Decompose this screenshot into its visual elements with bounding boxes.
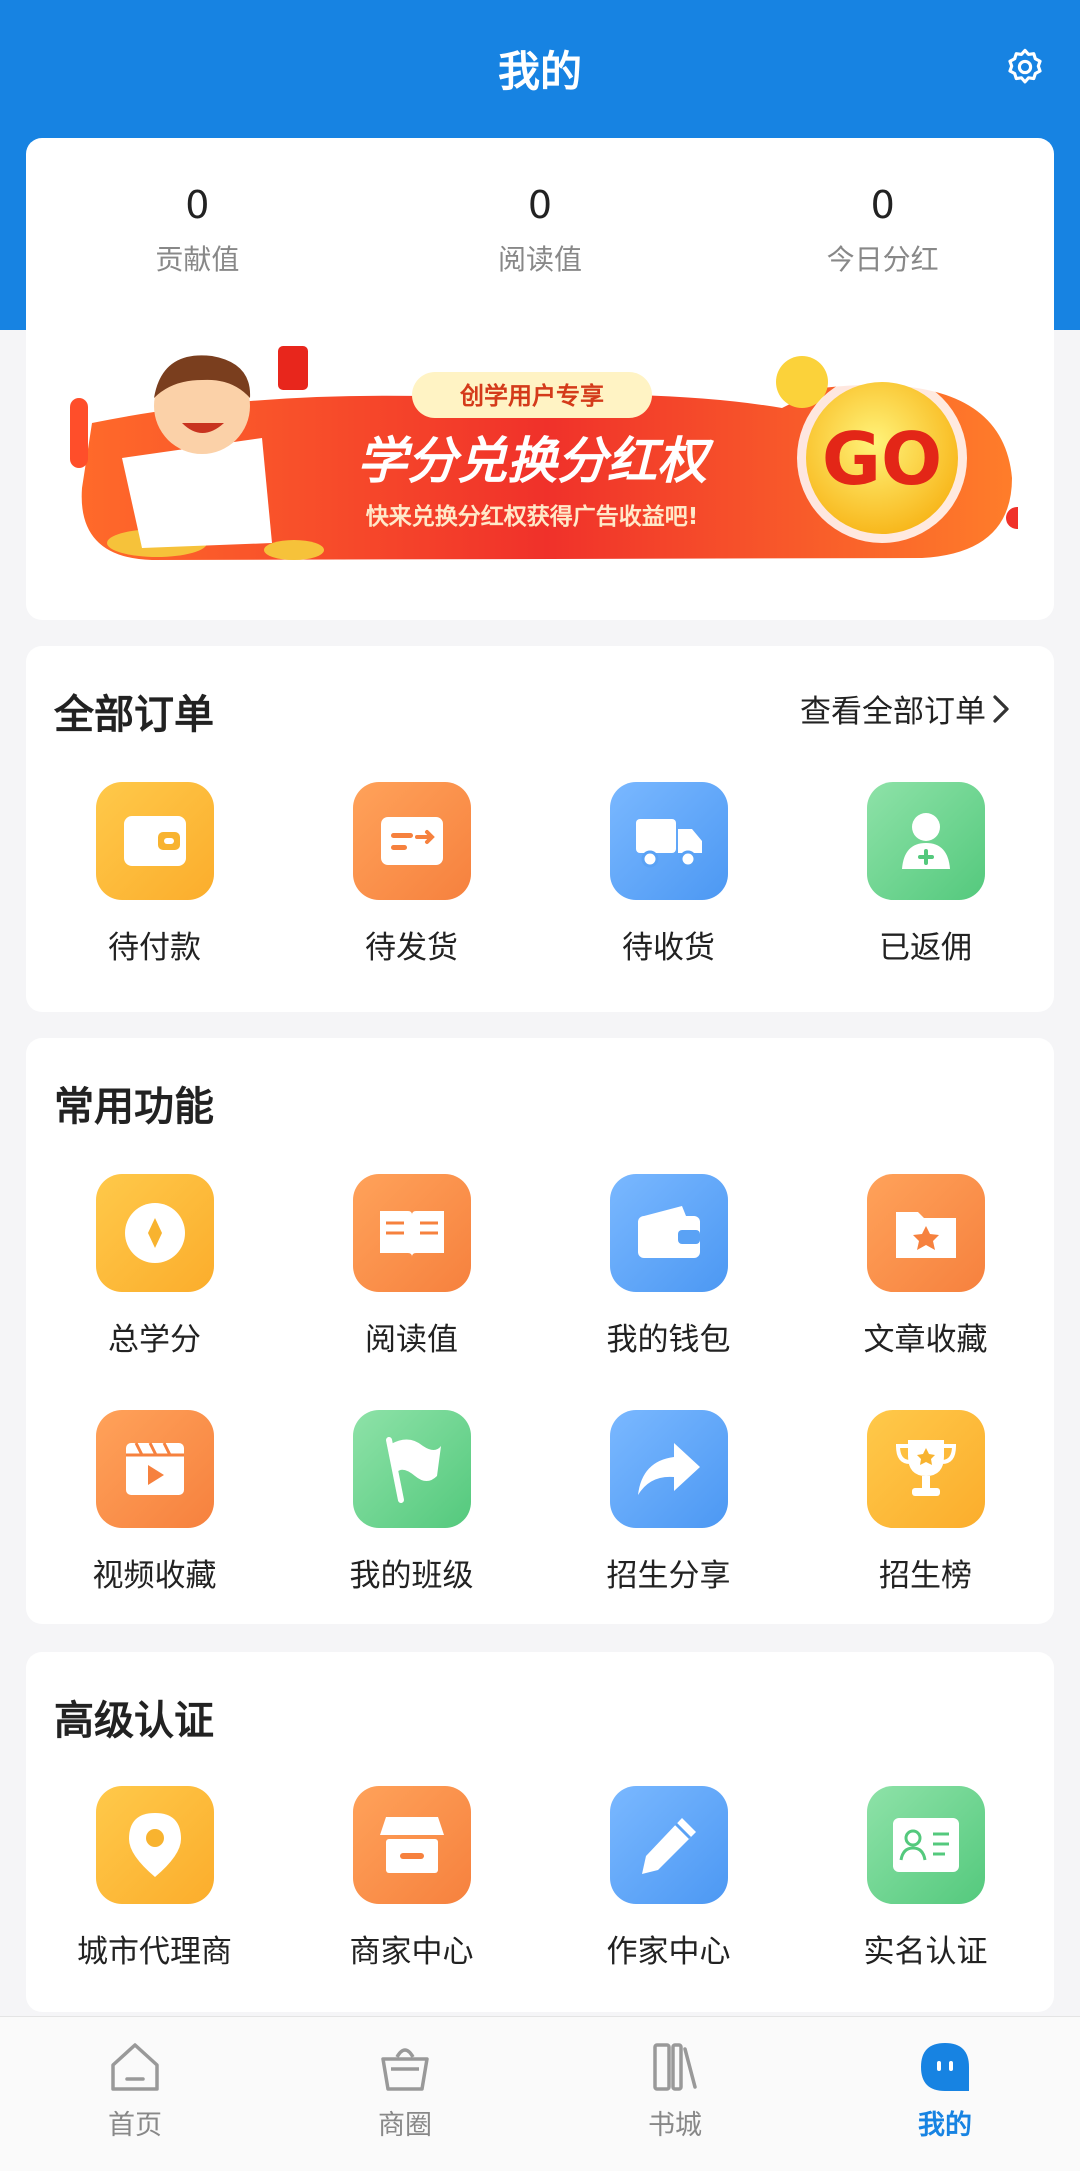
settings-icon[interactable] xyxy=(1004,46,1046,88)
item-label: 招生榜 xyxy=(879,1558,972,1594)
view-all-orders-link[interactable]: 查看全部订单 xyxy=(800,686,1016,731)
banner-tag: 创学用户专享 xyxy=(459,382,604,410)
stat-dividend[interactable]: 0 今日分红 xyxy=(711,182,1054,328)
stat-contribution[interactable]: 0 贡献值 xyxy=(26,182,369,328)
user-plus-icon xyxy=(866,782,985,900)
stats-card: 0 贡献值 0 阅读值 0 今日分红 创学用户专享 学分兑换分红权 快来兑换分红… xyxy=(26,138,1054,620)
order-pending-payment[interactable]: 待付款 xyxy=(26,782,283,967)
banner-subtitle: 快来兑换分红权获得广告收益吧! xyxy=(366,503,699,530)
book-icon xyxy=(352,1174,471,1292)
common-functions-row-1: 总学分 阅读值 我的钱包 文章收藏 xyxy=(26,1174,1054,1359)
home-icon xyxy=(111,2043,159,2091)
stat-value: 0 xyxy=(527,183,553,227)
total-credits[interactable]: 总学分 xyxy=(26,1174,283,1359)
banner-deco xyxy=(70,398,88,468)
order-pending-receipt[interactable]: 待收货 xyxy=(540,782,797,967)
item-label: 实名认证 xyxy=(863,1934,988,1970)
banner-title: 学分兑换分红权 xyxy=(357,432,714,490)
reading-value[interactable]: 阅读值 xyxy=(283,1174,540,1359)
tab-mine[interactable]: 我的 xyxy=(810,2017,1080,2171)
coin-icon xyxy=(95,1174,214,1292)
orders-card: 全部订单 查看全部订单 待付款 待发货 待收货 已返佣 xyxy=(26,646,1054,1012)
wallet-icon xyxy=(609,1174,728,1292)
banner-dot xyxy=(1006,507,1018,529)
writer-center[interactable]: 作家中心 xyxy=(540,1786,797,1971)
id-card-icon xyxy=(866,1786,985,1904)
item-label: 视频收藏 xyxy=(92,1558,217,1594)
books-icon xyxy=(653,2043,697,2091)
item-label: 文章收藏 xyxy=(863,1322,988,1358)
chevron-right-icon xyxy=(993,694,1009,723)
stat-reading[interactable]: 0 阅读值 xyxy=(369,182,712,328)
real-name-verification[interactable]: 实名认证 xyxy=(797,1786,1054,1971)
stats-row: 0 贡献值 0 阅读值 0 今日分红 xyxy=(26,138,1054,328)
orders-grid: 待付款 待发货 待收货 已返佣 xyxy=(26,782,1054,967)
view-all-orders-label: 查看全部订单 xyxy=(800,694,986,730)
my-wallet[interactable]: 我的钱包 xyxy=(540,1174,797,1359)
order-commission-returned[interactable]: 已返佣 xyxy=(797,782,1054,967)
recruitment-ranking[interactable]: 招生榜 xyxy=(797,1410,1054,1595)
stat-label: 今日分红 xyxy=(826,243,939,276)
city-agent[interactable]: 城市代理商 xyxy=(26,1786,283,1971)
advanced-certification-card: 高级认证 城市代理商 商家中心 作家中心 实名认证 xyxy=(26,1652,1054,2012)
common-functions-title: 常用功能 xyxy=(54,1084,214,1130)
tab-label: 书城 xyxy=(648,2110,702,2141)
item-label: 我的班级 xyxy=(349,1558,474,1594)
item-label: 我的钱包 xyxy=(606,1322,731,1358)
video-favorites[interactable]: 视频收藏 xyxy=(26,1410,283,1595)
wallet-icon xyxy=(95,782,214,900)
promo-banner[interactable]: 创学用户专享 学分兑换分红权 快来兑换分红权获得广告收益吧! GO xyxy=(62,328,1018,578)
trophy-icon xyxy=(866,1410,985,1528)
recruitment-share[interactable]: 招生分享 xyxy=(540,1410,797,1595)
item-label: 待付款 xyxy=(108,930,201,966)
tab-label: 首页 xyxy=(108,2110,162,2141)
item-label: 总学分 xyxy=(108,1322,201,1358)
order-pending-shipment[interactable]: 待发货 xyxy=(283,782,540,967)
bottom-tab-bar: 首页 商圈 书城 我的 xyxy=(0,2016,1080,2171)
item-label: 城市代理商 xyxy=(77,1934,232,1970)
shipping-card-icon xyxy=(352,782,471,900)
orders-title: 全部订单 xyxy=(54,692,214,738)
tab-label: 我的 xyxy=(918,2110,972,2141)
stat-value: 0 xyxy=(185,183,210,227)
tab-label: 商圈 xyxy=(378,2110,432,2141)
item-label: 作家中心 xyxy=(606,1934,731,1970)
location-icon xyxy=(95,1786,214,1904)
advanced-certification-title: 高级认证 xyxy=(54,1698,214,1744)
top-bar: 我的 xyxy=(0,0,1080,136)
item-label: 待收货 xyxy=(622,930,715,966)
my-class[interactable]: 我的班级 xyxy=(283,1410,540,1595)
article-favorites[interactable]: 文章收藏 xyxy=(797,1174,1054,1359)
item-label: 阅读值 xyxy=(365,1322,458,1358)
go-button-label: GO xyxy=(822,417,942,501)
basket-icon xyxy=(381,2048,429,2091)
folder-star-icon xyxy=(866,1174,985,1292)
common-functions-row-2: 视频收藏 我的班级 招生分享 招生榜 xyxy=(26,1410,1054,1595)
item-label: 待发货 xyxy=(365,930,458,966)
profile-icon xyxy=(921,2043,969,2091)
advanced-certification-grid: 城市代理商 商家中心 作家中心 实名认证 xyxy=(26,1786,1054,1971)
tab-bookstore[interactable]: 书城 xyxy=(540,2017,810,2171)
stat-label: 阅读值 xyxy=(498,243,583,276)
item-label: 商家中心 xyxy=(349,1934,474,1970)
page-title: 我的 xyxy=(497,46,582,96)
share-icon xyxy=(609,1410,728,1528)
tab-business-circle[interactable]: 商圈 xyxy=(270,2017,540,2171)
stat-value: 0 xyxy=(870,183,895,227)
shop-icon xyxy=(352,1786,471,1904)
flag-icon xyxy=(352,1410,471,1528)
tab-home[interactable]: 首页 xyxy=(0,2017,270,2171)
video-icon xyxy=(95,1410,214,1528)
item-label: 招生分享 xyxy=(606,1558,731,1594)
truck-icon xyxy=(609,782,728,900)
common-functions-card: 常用功能 总学分 阅读值 我的钱包 文章收藏 视频收藏 我的班级 招生分享 招生… xyxy=(26,1038,1054,1624)
merchant-center[interactable]: 商家中心 xyxy=(283,1786,540,1971)
pencil-icon xyxy=(609,1786,728,1904)
stat-label: 贡献值 xyxy=(155,243,240,276)
item-label: 已返佣 xyxy=(879,930,972,966)
